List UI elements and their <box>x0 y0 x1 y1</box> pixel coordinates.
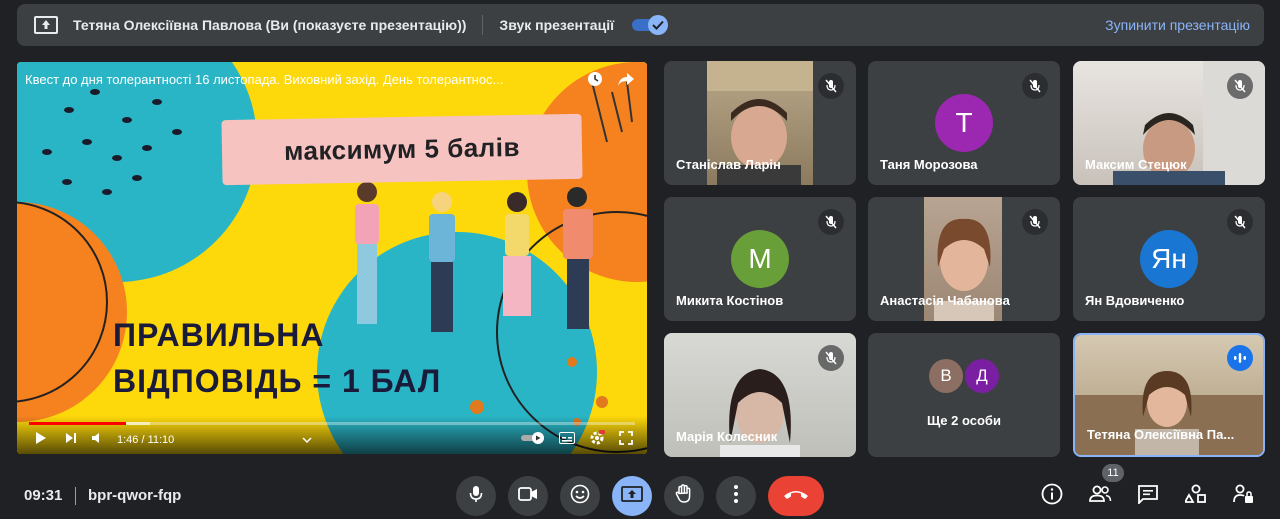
hand-icon <box>675 483 693 509</box>
bottom-divider <box>75 487 76 505</box>
emoji-button[interactable] <box>560 476 600 516</box>
presenter-text: Тетяна Олексіївна Павлова (Ви (показуєте… <box>73 17 467 33</box>
host-controls-button[interactable] <box>1230 482 1258 510</box>
mic-off-icon <box>818 73 844 99</box>
participant-name: Тетяна Олексіївна Па... <box>1087 427 1235 442</box>
presentation-sound-label: Звук презентації <box>499 17 615 33</box>
call-end-icon <box>783 487 809 505</box>
participant-tile[interactable]: М Микита Костінов <box>664 197 856 321</box>
autoplay-toggle-icon[interactable] <box>521 431 545 449</box>
avatar: М <box>731 230 789 288</box>
info-icon <box>1041 483 1063 510</box>
present-screen-icon <box>33 15 59 35</box>
participant-count-badge: 11 <box>1102 464 1124 482</box>
settings-icon[interactable] <box>589 429 605 451</box>
chevron-down-icon[interactable] <box>302 431 312 449</box>
speaking-indicator-icon <box>1227 345 1253 371</box>
video-controls: 1:46 / 11:10 <box>17 416 647 454</box>
slide-heading: максимум 5 балів <box>283 131 521 167</box>
video-time: 1:46 / 11:10 <box>117 434 175 446</box>
presenting-banner: Тетяна Олексіївна Павлова (Ви (показуєте… <box>17 4 1264 46</box>
mic-off-icon <box>818 209 844 235</box>
meeting-controls-bar: 09:31 bpr-qwor-fqp <box>0 472 1280 519</box>
avatar: Т <box>935 94 993 152</box>
mic-button[interactable] <box>456 476 496 516</box>
participant-tile[interactable]: Анастасія Чабанова <box>868 197 1060 321</box>
more-participants-tile[interactable]: В Д Ще 2 особи <box>868 333 1060 457</box>
activities-button[interactable] <box>1182 482 1210 510</box>
participant-name: Таня Морозова <box>880 157 978 172</box>
emoji-icon <box>570 484 590 509</box>
next-icon[interactable] <box>65 431 77 449</box>
more-participants-label: Ще 2 особи <box>927 413 1001 428</box>
banner-divider <box>482 15 484 35</box>
slide-answer-line1: ПРАВИЛЬНА <box>113 317 325 353</box>
participant-name: Ян Вдовиченко <box>1085 293 1185 308</box>
meeting-code[interactable]: bpr-qwor-fqp <box>88 487 181 504</box>
avatar: В <box>929 359 963 393</box>
people-icon <box>1088 485 1112 508</box>
participant-tile[interactable]: Ян Ян Вдовиченко <box>1073 197 1265 321</box>
fullscreen-icon[interactable] <box>619 430 633 450</box>
slide-heading-banner: максимум 5 балів <box>221 113 583 186</box>
participant-tile[interactable]: Станіслав Ларін <box>664 61 856 185</box>
present-screen-icon <box>621 485 643 507</box>
stop-presenting-button[interactable]: Зупинити презентацію <box>1105 17 1250 33</box>
participant-name: Анастасія Чабанова <box>880 293 1010 308</box>
watch-later-icon[interactable] <box>587 71 603 92</box>
participant-name: Станіслав Ларін <box>676 157 781 172</box>
video-progress-bar[interactable] <box>29 422 635 425</box>
presentation-sound-toggle[interactable] <box>632 15 669 35</box>
shapes-icon <box>1183 484 1207 509</box>
play-icon[interactable] <box>35 431 47 450</box>
mic-icon <box>469 485 483 508</box>
participant-name: Максим Стецюк <box>1085 157 1187 172</box>
mic-off-icon <box>1022 73 1048 99</box>
mic-off-icon <box>818 345 844 371</box>
mic-off-icon <box>1022 209 1048 235</box>
mic-off-icon <box>1227 209 1253 235</box>
participant-tile[interactable]: Максим Стецюк <box>1073 61 1265 185</box>
participant-tile[interactable]: Т Таня Морозова <box>868 61 1060 185</box>
volume-icon[interactable] <box>91 431 103 449</box>
participant-name: Микита Костінов <box>676 293 784 308</box>
participant-tile[interactable]: Марія Колесник <box>664 333 856 457</box>
check-icon <box>648 15 669 35</box>
meeting-details-button[interactable] <box>1038 482 1066 510</box>
subtitles-icon[interactable] <box>559 431 575 449</box>
chat-button[interactable] <box>1134 482 1162 510</box>
mic-off-icon <box>1227 73 1253 99</box>
leave-call-button[interactable] <box>768 476 824 516</box>
present-now-button[interactable] <box>612 476 652 516</box>
slide-answer-line2: ВІДПОВІДЬ = 1 БАЛ <box>113 363 442 399</box>
meeting-clock: 09:31 <box>24 487 63 504</box>
presentation-stage[interactable]: Квест до дня толерантності 16 листопада.… <box>17 62 647 454</box>
raise-hand-button[interactable] <box>664 476 704 516</box>
people-button[interactable] <box>1086 482 1114 510</box>
participant-name: Марія Колесник <box>676 429 778 444</box>
slide-answer-text: ПРАВИЛЬНА ВІДПОВІДЬ = 1 БАЛ <box>113 312 441 404</box>
more-vert-icon <box>734 484 738 508</box>
video-title[interactable]: Квест до дня толерантності 16 листопада.… <box>25 72 585 87</box>
chat-icon <box>1137 484 1159 509</box>
more-options-button[interactable] <box>716 476 756 516</box>
avatar: Д <box>965 359 999 393</box>
avatar: Ян <box>1140 230 1198 288</box>
lock-person-icon <box>1233 484 1255 509</box>
share-icon[interactable] <box>617 71 635 92</box>
camera-button[interactable] <box>508 476 548 516</box>
self-participant-tile[interactable]: Тетяна Олексіївна Па... <box>1073 333 1265 457</box>
video-camera-icon <box>518 486 538 506</box>
